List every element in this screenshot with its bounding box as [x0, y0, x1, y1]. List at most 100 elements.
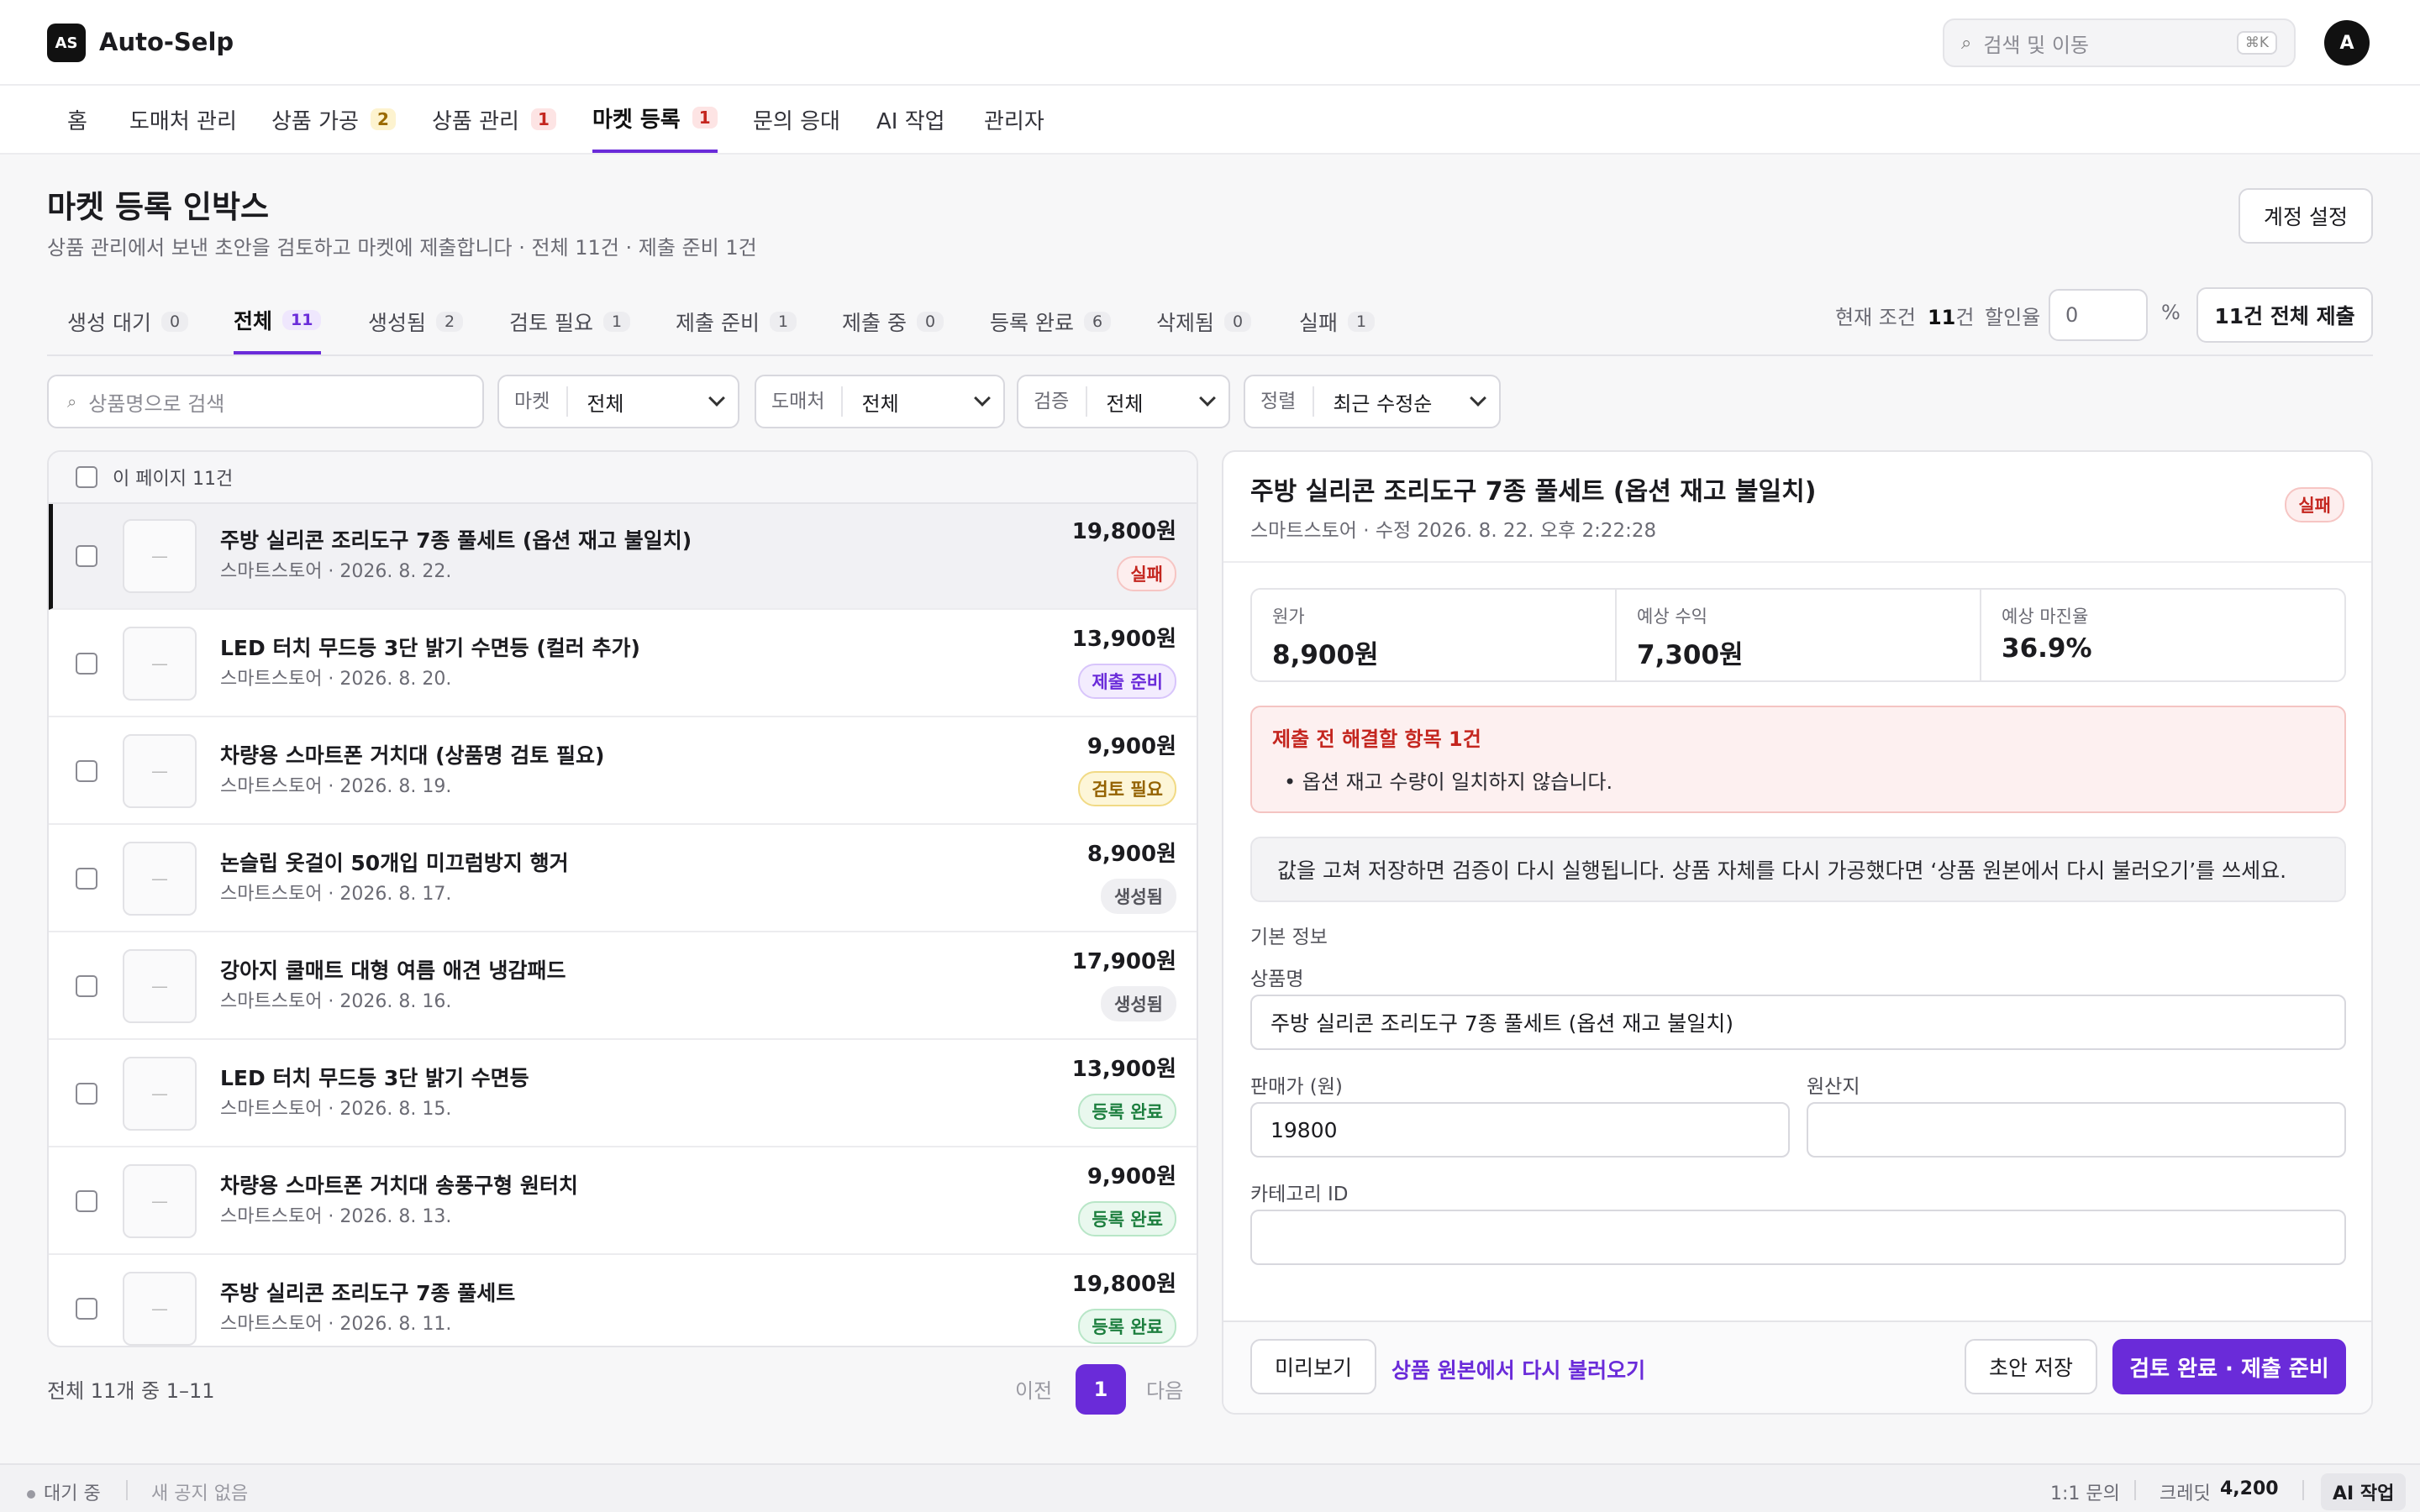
market-select-label: 마켓	[514, 386, 569, 417]
stat-cost-label: 원가	[1272, 606, 1305, 627]
status-badge: 제출 준비	[1078, 664, 1176, 699]
prev-page-button[interactable]: 이전	[1015, 1374, 1052, 1404]
row-checkbox[interactable]	[76, 653, 97, 675]
tab-all-count: 11	[282, 310, 322, 330]
nav-market[interactable]: 마켓 등록 1	[592, 86, 718, 153]
next-page-button[interactable]: 다음	[1146, 1374, 1183, 1404]
list-header-count: 이 페이지 11건	[113, 469, 234, 490]
origin-field-label: 원산지	[1807, 1076, 1860, 1098]
account-settings-button[interactable]: 계정 설정	[2238, 188, 2373, 244]
tab-registered[interactable]: 등록 완료 6	[990, 289, 1112, 354]
ai-tasks-button[interactable]: AI 작업	[2321, 1473, 2407, 1510]
tab-review[interactable]: 검토 필요 1	[509, 289, 631, 354]
tab-ready[interactable]: 제출 준비 1	[676, 289, 797, 354]
current-condition: 현재 조건 11 건	[1835, 301, 1974, 330]
product-meta: 스마트스토어 · 2026. 8. 15.	[220, 1099, 452, 1120]
nav-home-label: 홈	[67, 108, 87, 134]
divider	[1223, 561, 2371, 563]
alert-item: • 옵션 재고 수량이 일치하지 않습니다.	[1284, 770, 1613, 794]
complete-review-button[interactable]: 검토 완료 · 제출 준비	[2112, 1339, 2346, 1394]
app-name[interactable]: Auto-Selp	[99, 25, 234, 59]
current-page-button[interactable]: 1	[1076, 1364, 1126, 1415]
nav-ai[interactable]: AI 작업	[876, 86, 945, 153]
list-item[interactable]: — 논슬립 옷걸이 50개입 미끄럼방지 행거 스마트스토어 · 2026. 8. …	[49, 827, 1197, 932]
preview-button[interactable]: 미리보기	[1250, 1339, 1376, 1394]
validation-select[interactable]: 검증 전체	[1017, 375, 1230, 428]
stat-margin-label: 예상 마진율	[2002, 606, 2089, 627]
product-name: 주방 실리콘 조리도구 7종 풀세트 (옵션 재고 불일치)	[220, 528, 692, 553]
row-checkbox[interactable]	[76, 975, 97, 997]
list-header: 이 페이지 11건	[49, 452, 1197, 504]
row-checkbox[interactable]	[76, 1083, 97, 1105]
status-badge: 등록 완료	[1078, 1201, 1176, 1236]
list-item[interactable]: — 강아지 쿨매트 대형 여름 애견 냉감패드 스마트스토어 · 2026. 8. …	[49, 934, 1197, 1040]
inquiry-link[interactable]: 1:1 문의	[2050, 1478, 2120, 1505]
product-name-field[interactable]: 주방 실리콘 조리도구 7종 풀세트 (옵션 재고 불일치)	[1250, 995, 2346, 1050]
tab-all[interactable]: 전체 11	[234, 289, 322, 354]
list-item[interactable]: — 차량용 스마트폰 거치대 송풍구형 원터치 스마트스토어 · 2026. 8. …	[49, 1149, 1197, 1255]
list-item[interactable]: — 주방 실리콘 조리도구 7종 풀세트 (옵션 재고 불일치) 스마트스토어 · …	[49, 504, 1197, 610]
supplier-select-label: 도매처	[771, 386, 844, 417]
nav-home[interactable]: 홈	[67, 86, 87, 153]
category-id-field[interactable]	[1250, 1210, 2346, 1265]
status-bar: 대기 중 새 공지 없음 1:1 문의 크레딧 4,200 AI 작업	[0, 1463, 2420, 1512]
product-name: LED 터치 무드등 3단 밝기 수면등	[220, 1066, 529, 1090]
nav-admin[interactable]: 관리자	[984, 86, 1044, 153]
product-name: 강아지 쿨매트 대형 여름 애견 냉감패드	[220, 958, 566, 983]
row-checkbox[interactable]	[76, 1298, 97, 1320]
nav-processing-badge: 2	[370, 108, 396, 130]
discount-input[interactable]: 0	[2049, 289, 2148, 341]
product-price: 19,800원	[1071, 519, 1176, 544]
product-thumbnail: —	[123, 734, 197, 808]
nav-supplier[interactable]: 도매처 관리	[129, 86, 237, 153]
tab-registered-label: 등록 완료	[990, 311, 1074, 335]
validation-select-value: 전체	[1106, 391, 1144, 416]
market-select-value: 전체	[587, 391, 624, 416]
info-note: 값을 고쳐 저장하면 검증이 다시 실행됩니다. 상품 자체를 다시 가공했다면…	[1250, 837, 2346, 902]
app-logo[interactable]: AS	[47, 24, 86, 62]
origin-field[interactable]	[1807, 1102, 2346, 1158]
product-name: 차량용 스마트폰 거치대 (상품명 검토 필요)	[220, 743, 605, 768]
list-item[interactable]: — 차량용 스마트폰 거치대 (상품명 검토 필요) 스마트스토어 · 2026. …	[49, 719, 1197, 825]
product-price: 19,800원	[1071, 1272, 1176, 1297]
row-right: 19,800원 등록 완료	[1072, 1270, 1176, 1344]
tab-pending[interactable]: 생성 대기 0	[67, 289, 189, 354]
product-name: LED 터치 무드등 3단 밝기 수면등 (컬러 추가)	[220, 636, 640, 660]
list-item[interactable]: — LED 터치 무드등 3단 밝기 수면등 (컬러 추가) 스마트스토어 · 20…	[49, 612, 1197, 717]
chevron-down-icon	[1470, 390, 1486, 407]
row-checkbox[interactable]	[76, 1190, 97, 1212]
tab-deleted[interactable]: 삭제됨 0	[1156, 289, 1252, 354]
global-search[interactable]: ⌕ 검색 및 이동 ⌘K	[1943, 18, 2296, 67]
sort-select[interactable]: 정렬 최근 수정순	[1244, 375, 1501, 428]
product-price: 13,900원	[1071, 627, 1176, 652]
row-checkbox[interactable]	[76, 868, 97, 890]
user-avatar[interactable]: A	[2324, 20, 2370, 66]
tab-registered-count: 6	[1083, 312, 1112, 332]
nav-products[interactable]: 상품 관리 1	[432, 86, 556, 153]
status-badge: 생성됨	[1101, 879, 1176, 914]
tab-failed[interactable]: 실패 1	[1299, 289, 1376, 354]
product-search-input[interactable]: ⌕ 상품명으로 검색	[47, 375, 484, 428]
reload-from-source-link[interactable]: 상품 원본에서 다시 불러오기	[1392, 1354, 1645, 1384]
row-text: 차량용 스마트폰 거치대 (상품명 검토 필요) 스마트스토어 · 2026. 8…	[220, 742, 1197, 801]
submit-all-button[interactable]: 11건 전체 제출	[2196, 287, 2373, 343]
nav-inquiry[interactable]: 문의 응대	[753, 86, 840, 153]
supplier-select[interactable]: 도매처 전체	[755, 375, 1005, 428]
select-all-checkbox[interactable]	[76, 466, 97, 488]
sort-select-label: 정렬	[1260, 386, 1315, 417]
row-checkbox[interactable]	[76, 545, 97, 567]
tab-generated[interactable]: 생성됨 2	[368, 289, 464, 354]
tab-submitting[interactable]: 제출 중 0	[842, 289, 944, 354]
row-checkbox[interactable]	[76, 760, 97, 782]
nav-ai-label: AI 작업	[876, 108, 945, 134]
notice-text[interactable]: 새 공지 없음	[151, 1478, 248, 1505]
list-item[interactable]: — LED 터치 무드등 3단 밝기 수면등 스마트스토어 · 2026. 8. 1…	[49, 1042, 1197, 1147]
price-field[interactable]: 19800	[1250, 1102, 1790, 1158]
nav-processing[interactable]: 상품 가공 2	[271, 86, 396, 153]
row-text: 주방 실리콘 조리도구 7종 풀세트 (옵션 재고 불일치) 스마트스토어 · 2…	[220, 527, 1197, 585]
list-item[interactable]: — 주방 실리콘 조리도구 7종 풀세트 스마트스토어 · 2026. 8. 11.…	[49, 1257, 1197, 1346]
divider	[2134, 1480, 2136, 1500]
save-draft-button[interactable]: 초안 저장	[1965, 1339, 2097, 1394]
market-select[interactable]: 마켓 전체	[497, 375, 739, 428]
detail-panel: 주방 실리콘 조리도구 7종 풀세트 (옵션 재고 불일치) 스마트스토어 · …	[1222, 450, 2373, 1415]
